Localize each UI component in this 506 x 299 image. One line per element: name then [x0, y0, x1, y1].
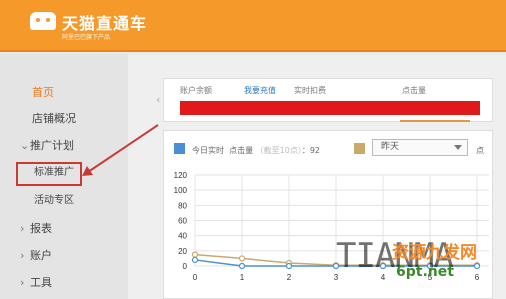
y-tick-label: 120	[174, 171, 188, 180]
y-tick-label: 80	[178, 201, 187, 210]
sidebar-item-tools[interactable]: › 工具	[0, 272, 128, 294]
clicks-header-label: 点击量	[402, 86, 426, 95]
chevron-left-icon[interactable]: ‹	[156, 93, 164, 109]
y-tick-label: 40	[178, 232, 187, 241]
data-point	[238, 255, 246, 262]
clicks-value: 92	[309, 146, 321, 155]
realtime-charge-label: 实时扣费	[294, 86, 326, 95]
y-tick-label: 60	[178, 217, 187, 226]
compare-select[interactable]: 昨天	[372, 139, 468, 156]
chevron-right-icon: ›	[20, 222, 25, 235]
sidebar-item-activity-zone[interactable]: 活动专区	[0, 190, 128, 212]
watermark-cn: 资源九发网	[392, 243, 477, 263]
today-legend-swatch	[174, 143, 185, 154]
data-point	[238, 262, 246, 270]
orange-indicator	[400, 120, 470, 122]
yesterday-legend-swatch	[354, 143, 365, 154]
data-point	[191, 251, 199, 258]
watermark-url: 6pt.net	[396, 264, 454, 280]
data-point	[285, 262, 293, 270]
tmall-cat-icon	[30, 12, 56, 30]
redacted-bar	[180, 101, 480, 115]
chevron-right-icon: ›	[20, 249, 25, 262]
y-tick-label: 0	[183, 262, 188, 271]
recharge-link[interactable]: 我要充值	[244, 85, 276, 96]
brand-title: 天猫直通车	[62, 14, 148, 33]
y-tick-label: 20	[178, 247, 187, 256]
x-tick-label: 6	[475, 273, 480, 282]
sidebar-item-account[interactable]: › 账户	[0, 245, 128, 267]
highlight-box	[16, 162, 82, 186]
y-tick-label: 100	[174, 186, 188, 195]
top-header: 天猫直通车 阿里巴巴旗下产品	[0, 0, 506, 52]
sidebar-item-promotion-plan[interactable]: ⌄推广计划	[0, 135, 128, 157]
sidebar-item-reports[interactable]: › 报表	[0, 218, 128, 240]
chevron-right-icon: ›	[20, 276, 25, 289]
sidebar-item-shop-overview[interactable]: 店铺概况	[0, 108, 128, 130]
chevron-down-icon: ⌄	[20, 139, 30, 152]
summary-panel: ‹ 账户余额 我要充值 实时扣费 点击量	[156, 78, 493, 122]
x-tick-label: 1	[240, 273, 245, 282]
data-point	[191, 256, 199, 264]
data-point	[473, 262, 481, 270]
balance-label: 账户余额	[180, 86, 212, 95]
sidebar-item-home[interactable]: 首页	[0, 82, 128, 104]
compare-clicks-label: 点	[476, 146, 484, 155]
brand-tagline: 阿里巴巴旗下产品	[62, 34, 111, 41]
x-tick-label: 0	[193, 273, 198, 282]
chevron-down-icon	[454, 145, 462, 150]
today-clicks-label: 今日实时 点击量 （截至10点）：92	[192, 146, 321, 155]
x-tick-label: 2	[287, 273, 292, 282]
